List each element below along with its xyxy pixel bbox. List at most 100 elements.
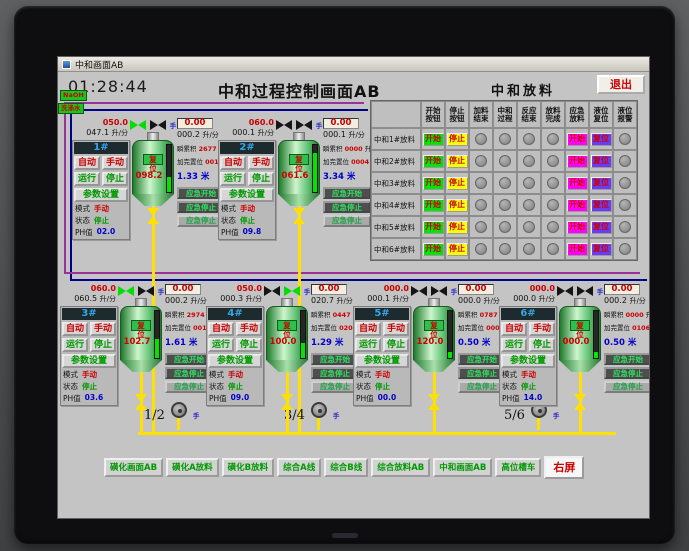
- table-header: 液位 报警: [613, 101, 637, 128]
- vessel-reset-button[interactable]: 复位: [143, 154, 163, 173]
- stop-button[interactable]: 停止: [446, 220, 468, 234]
- alkali-feed-valve-icon[interactable]: [283, 285, 300, 297]
- acid-feed-valve-icon[interactable]: [117, 285, 134, 297]
- params-button[interactable]: 参数设置: [501, 354, 555, 368]
- discharge-valve-icon[interactable]: [428, 394, 440, 410]
- vessel-reset-button[interactable]: 复位: [277, 320, 297, 339]
- params-button[interactable]: 参数设置: [208, 354, 262, 368]
- stop-button[interactable]: 停止: [236, 338, 262, 352]
- start-button[interactable]: 开始: [422, 220, 444, 234]
- emergency-stop-button[interactable]: 应急停止: [604, 367, 649, 379]
- nav-button-右屏[interactable]: 右屏: [544, 456, 585, 479]
- emergency-start-button[interactable]: 应急开始: [604, 353, 649, 365]
- nav-button-磺化A放料[interactable]: 磺化A放料: [166, 458, 219, 477]
- manual-button[interactable]: 手动: [90, 322, 116, 336]
- auto-button[interactable]: 自动: [62, 322, 88, 336]
- run-button[interactable]: 运行: [501, 338, 527, 352]
- run-button[interactable]: 运行: [208, 338, 234, 352]
- nav-button-综合放料AB[interactable]: 综合放料AB: [371, 458, 431, 477]
- acid-feed-valve-icon[interactable]: [556, 285, 573, 297]
- level-reset-button[interactable]: 复位: [590, 242, 612, 256]
- emergency-discharge-button[interactable]: 开始: [566, 220, 588, 234]
- level-reset-button[interactable]: 复位: [590, 198, 612, 212]
- run-button[interactable]: 运行: [355, 338, 381, 352]
- stop-button[interactable]: 停止: [383, 338, 409, 352]
- nav-button-综合A线[interactable]: 综合A线: [277, 458, 322, 477]
- stop-button[interactable]: 停止: [446, 132, 468, 146]
- run-button[interactable]: 运行: [74, 172, 100, 186]
- manual-button[interactable]: 手动: [236, 322, 262, 336]
- alkali-feed-valve-icon[interactable]: [295, 119, 312, 131]
- discharge-valve-icon[interactable]: [293, 208, 305, 224]
- emergency-discharge-button[interactable]: 开始: [566, 242, 588, 256]
- stop-button[interactable]: 停止: [248, 172, 274, 186]
- level-reset-button[interactable]: 复位: [590, 132, 612, 146]
- start-button[interactable]: 开始: [422, 154, 444, 168]
- auto-button[interactable]: 自动: [501, 322, 527, 336]
- nav-button-磺化画面AB[interactable]: 磺化画面AB: [104, 458, 164, 477]
- emergency-stop-button[interactable]: 应急停止: [311, 367, 359, 379]
- vessel-reset-button[interactable]: 复位: [289, 154, 309, 173]
- level-reset-button[interactable]: 复位: [590, 176, 612, 190]
- emergency-discharge-button[interactable]: 开始: [566, 198, 588, 212]
- stop-button[interactable]: 停止: [446, 154, 468, 168]
- stop-button[interactable]: 停止: [529, 338, 555, 352]
- nav-button-高位槽车[interactable]: 高位槽车: [495, 458, 542, 477]
- discharge-valve-icon[interactable]: [574, 394, 586, 410]
- emergency-start-button[interactable]: 应急开始: [323, 187, 371, 199]
- alkali-feed-valve-icon[interactable]: [149, 119, 166, 131]
- acid-feed-valve-icon[interactable]: [129, 119, 146, 131]
- alkali-feed-valve-icon[interactable]: [576, 285, 593, 297]
- vessel-reset-button[interactable]: 复位: [424, 320, 444, 339]
- manual-button[interactable]: 手动: [383, 322, 409, 336]
- run-button[interactable]: 运行: [220, 172, 246, 186]
- table-cell: [493, 172, 517, 194]
- nav-button-中和画面AB[interactable]: 中和画面AB: [433, 458, 493, 477]
- emergency-stop-button[interactable]: 应急停止: [323, 201, 371, 213]
- level-reset-button[interactable]: 复位: [590, 220, 612, 234]
- auto-button[interactable]: 自动: [355, 322, 381, 336]
- params-button[interactable]: 参数设置: [62, 354, 116, 368]
- alkali-feed-valve-icon[interactable]: [430, 285, 447, 297]
- discharge-valve-icon[interactable]: [135, 394, 147, 410]
- start-button[interactable]: 开始: [422, 198, 444, 212]
- manual-button[interactable]: 手动: [529, 322, 555, 336]
- manual-button[interactable]: 手动: [102, 156, 128, 170]
- auto-button[interactable]: 自动: [208, 322, 234, 336]
- alkali-feed-valve-icon[interactable]: [137, 285, 154, 297]
- nav-button-综合B线[interactable]: 综合B线: [324, 458, 369, 477]
- manual-button[interactable]: 手动: [248, 156, 274, 170]
- acid-feed-valve-icon[interactable]: [263, 285, 280, 297]
- stop-button[interactable]: 停止: [446, 176, 468, 190]
- run-button[interactable]: 运行: [62, 338, 88, 352]
- discharge-valve-icon[interactable]: [147, 208, 159, 224]
- vessel-reset-button[interactable]: 复位: [131, 320, 151, 339]
- params-button[interactable]: 参数设置: [74, 188, 128, 202]
- start-button[interactable]: 开始: [422, 176, 444, 190]
- status-lamp-icon: [523, 221, 535, 233]
- params-button[interactable]: 参数设置: [355, 354, 409, 368]
- reactor-unit-6#: 000.0 000.0 升/分 6# 自动 手动 运行 停止 参数设置 模式 手动 …: [499, 284, 649, 432]
- discharge-valve-icon[interactable]: [281, 394, 293, 410]
- table-cell: 开始: [421, 172, 445, 194]
- stop-button[interactable]: 停止: [446, 198, 468, 212]
- start-button[interactable]: 开始: [422, 242, 444, 256]
- emergency-discharge-button[interactable]: 开始: [566, 176, 588, 190]
- level-reset-button[interactable]: 复位: [590, 154, 612, 168]
- acid-feed-valve-icon[interactable]: [410, 285, 427, 297]
- params-button[interactable]: 参数设置: [220, 188, 274, 202]
- stop-button[interactable]: 停止: [446, 242, 468, 256]
- acid-feed-valve-icon[interactable]: [275, 119, 292, 131]
- exit-button[interactable]: 退出: [597, 75, 645, 94]
- emergency-discharge-button[interactable]: 开始: [566, 132, 588, 146]
- reactor-panel: 4# 自动 手动 运行 停止 参数设置 模式 手动 状态 停止 PH值 09.0: [206, 306, 264, 406]
- stop-button[interactable]: 停止: [102, 172, 128, 186]
- vessel-reset-button[interactable]: 复位: [570, 320, 590, 339]
- stop-button[interactable]: 停止: [90, 338, 116, 352]
- emergency-start-button[interactable]: 应急开始: [311, 353, 359, 365]
- auto-button[interactable]: 自动: [220, 156, 246, 170]
- emergency-discharge-button[interactable]: 开始: [566, 154, 588, 168]
- auto-button[interactable]: 自动: [74, 156, 100, 170]
- nav-button-磺化B放料[interactable]: 磺化B放料: [221, 458, 275, 477]
- start-button[interactable]: 开始: [422, 132, 444, 146]
